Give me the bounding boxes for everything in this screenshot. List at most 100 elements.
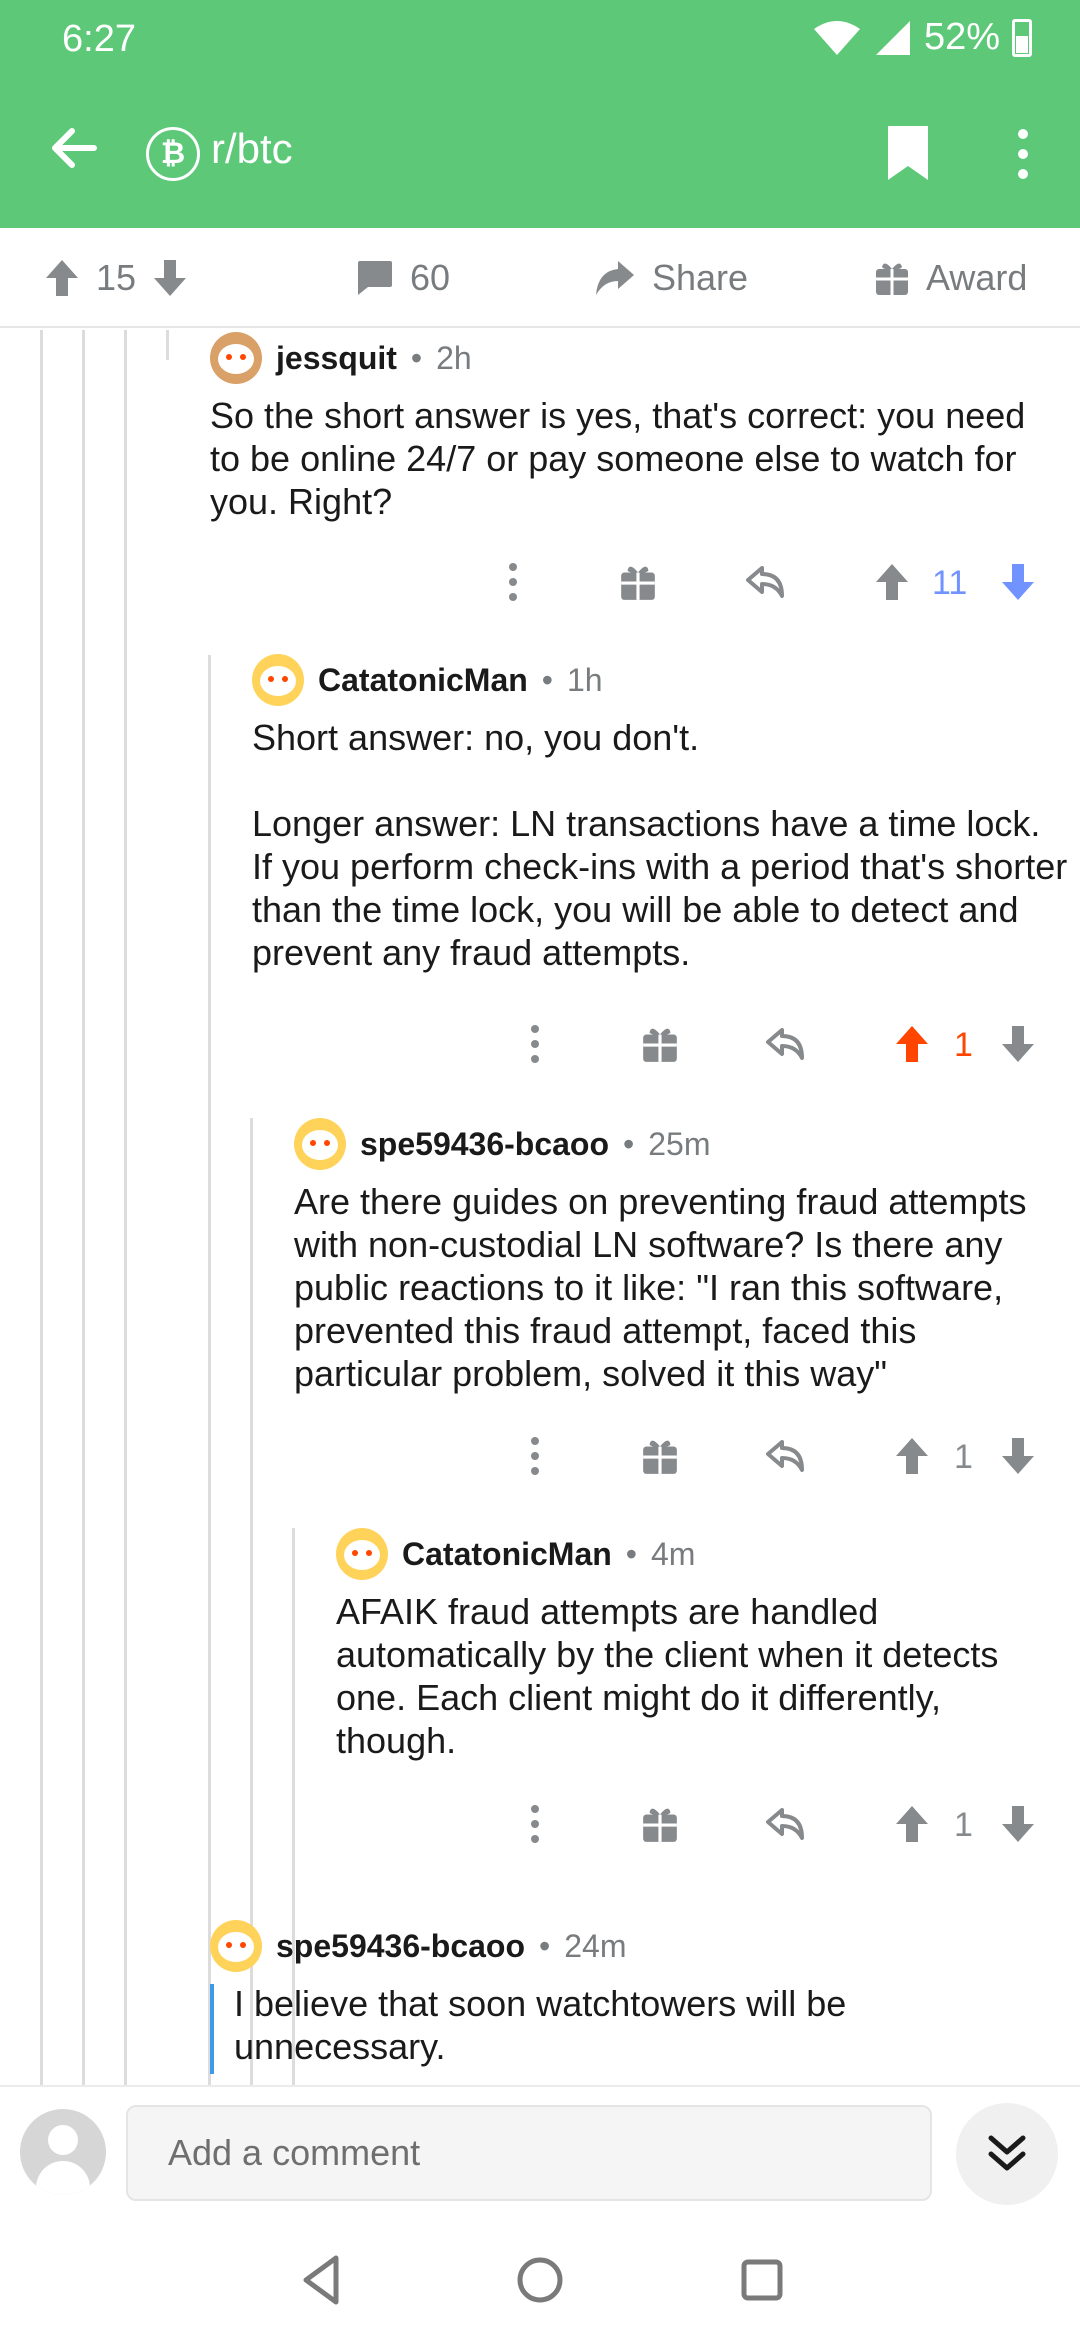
app-header: 6:27 52% ₿ r/btc <box>0 0 1080 228</box>
comment-dot: • <box>625 1535 637 1572</box>
next-comment-button[interactable] <box>956 2103 1058 2205</box>
comment-body: Short answer: no, you don't. Longer answ… <box>252 716 1068 974</box>
comment-paragraph: Short answer: no, you don't. <box>252 717 700 758</box>
gift-icon[interactable] <box>640 1436 680 1476</box>
thread-depth-line[interactable] <box>166 330 169 360</box>
subreddit-title[interactable]: r/btc <box>211 125 293 173</box>
wifi-icon <box>813 20 860 55</box>
comment-header: spe59436-bcaoo • 25m <box>294 1118 710 1170</box>
nav-home-icon[interactable] <box>510 2250 570 2310</box>
comment-bubble-icon <box>358 261 392 295</box>
comment-age: 25m <box>648 1125 711 1162</box>
comment-body: So the short answer is yes, that's corre… <box>210 394 1060 523</box>
user-avatar[interactable] <box>20 2109 106 2195</box>
comments-button[interactable]: 60 <box>354 228 450 328</box>
upvote-arrow-icon[interactable] <box>44 258 80 298</box>
thread-depth-line[interactable] <box>40 330 43 2085</box>
nav-recents-icon[interactable] <box>732 2250 792 2310</box>
gift-icon[interactable] <box>640 1804 680 1844</box>
signal-icon <box>875 20 910 55</box>
gift-icon[interactable] <box>618 562 658 602</box>
comment-age: 1h <box>567 661 603 698</box>
comment-paragraph: So the short answer is yes, that's corre… <box>210 395 1026 522</box>
reply-icon[interactable] <box>766 1436 806 1476</box>
more-options-icon[interactable] <box>530 1024 540 1064</box>
post-score: 15 <box>96 257 137 298</box>
downvote-arrow-icon[interactable] <box>998 1804 1038 1844</box>
system-nav-bar <box>0 2210 1080 2340</box>
highlight-bar <box>210 1984 214 2074</box>
comment-thread: jessquit • 2h So the short answer is yes… <box>0 330 1080 2085</box>
battery-icon <box>1012 18 1032 57</box>
comment-paragraph: AFAIK fraud attempts are handled automat… <box>336 1591 999 1761</box>
avatar[interactable] <box>210 332 262 384</box>
more-options-icon[interactable] <box>508 562 518 602</box>
upvote-arrow-icon[interactable] <box>892 1804 932 1844</box>
comment-dot: • <box>539 1927 551 1964</box>
comment-body: Are there guides on preventing fraud att… <box>294 1180 1070 1395</box>
thread-depth-line[interactable] <box>82 330 85 2085</box>
comment-header: spe59436-bcaoo • 24m <box>210 1920 626 1972</box>
comment-header: jessquit • 2h <box>210 332 472 384</box>
comment-username[interactable]: CatatonicMan <box>318 662 528 699</box>
comment-count: 60 <box>410 257 451 298</box>
avatar[interactable] <box>294 1118 346 1170</box>
reply-icon[interactable] <box>766 1804 806 1844</box>
more-options-icon[interactable] <box>1010 126 1036 182</box>
share-label: Share <box>652 257 749 298</box>
avatar[interactable] <box>252 654 304 706</box>
comment-age: 24m <box>564 1927 627 1964</box>
back-arrow-icon[interactable] <box>44 118 104 178</box>
comment-age: 4m <box>651 1535 696 1572</box>
avatar[interactable] <box>210 1920 262 1972</box>
more-options-icon[interactable] <box>530 1436 540 1476</box>
share-button[interactable]: Share <box>594 228 748 328</box>
thread-depth-line[interactable] <box>124 330 127 2085</box>
comment-dot: • <box>541 661 553 698</box>
more-options-icon[interactable] <box>530 1804 540 1844</box>
comment-paragraph: Longer answer: LN transactions have a ti… <box>252 803 1068 973</box>
comment-paragraph: Are there guides on preventing fraud att… <box>294 1181 1027 1394</box>
comment-score: 1 <box>954 1438 973 1476</box>
double-chevron-down-icon <box>988 2135 1026 2171</box>
comment-score: 1 <box>954 1026 973 1064</box>
upvote-arrow-icon[interactable] <box>892 1436 932 1476</box>
gift-icon <box>876 263 908 295</box>
comment-header: CatatonicMan • 1h <box>252 654 603 706</box>
comment-body: I believe that soon watchtowers will be … <box>234 1982 994 2068</box>
comment-paragraph: I believe that soon watchtowers will be … <box>234 1983 847 2067</box>
post-vote-group: 15 <box>44 228 188 328</box>
reply-icon[interactable] <box>746 562 786 602</box>
comment-username[interactable]: CatatonicMan <box>402 1536 612 1573</box>
comment-age: 2h <box>436 339 472 376</box>
comment-username[interactable]: spe59436-bcaoo <box>360 1126 609 1163</box>
award-label: Award <box>926 257 1028 298</box>
downvote-arrow-icon[interactable] <box>998 1024 1038 1064</box>
comment-dot: • <box>623 1125 635 1162</box>
nav-back-icon[interactable] <box>292 2250 352 2310</box>
comment-header: CatatonicMan • 4m <box>336 1528 695 1580</box>
award-button[interactable]: Award <box>874 228 1027 328</box>
upvote-arrow-icon[interactable] <box>872 562 912 602</box>
comment-username[interactable]: spe59436-bcaoo <box>276 1928 525 1965</box>
downvote-arrow-icon[interactable] <box>152 258 188 298</box>
status-time: 6:27 <box>62 18 136 60</box>
comment-body: AFAIK fraud attempts are handled automat… <box>336 1590 1056 1762</box>
status-icons: 52% <box>812 16 1032 59</box>
downvote-arrow-icon[interactable] <box>998 562 1038 602</box>
comment-score: 1 <box>954 1806 973 1844</box>
comment-input[interactable]: Add a comment <box>126 2105 932 2201</box>
gift-icon[interactable] <box>640 1024 680 1064</box>
upvote-arrow-icon[interactable] <box>892 1024 932 1064</box>
comment-score: 11 <box>932 564 968 602</box>
battery-percent: 52% <box>923 16 1000 58</box>
comment-dot: • <box>410 339 423 376</box>
reply-icon[interactable] <box>766 1024 806 1064</box>
avatar[interactable] <box>336 1528 388 1580</box>
bitcoin-icon[interactable]: ₿ <box>146 127 200 181</box>
post-action-bar: 15 60 Share Award <box>0 228 1080 328</box>
downvote-arrow-icon[interactable] <box>998 1436 1038 1476</box>
comment-username[interactable]: jessquit <box>276 340 397 377</box>
bookmark-icon[interactable] <box>884 124 932 182</box>
thread-depth-line[interactable] <box>208 655 211 2085</box>
